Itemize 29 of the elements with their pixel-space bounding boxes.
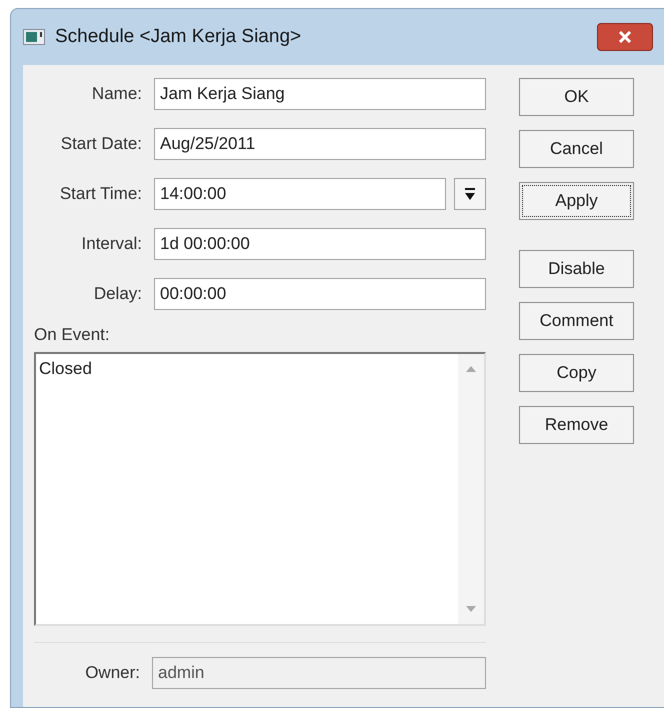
text-field[interactable]: 00:00:00 bbox=[154, 278, 486, 310]
dialog-button[interactable]: Comment bbox=[519, 302, 634, 340]
field-label: Start Time: bbox=[58, 183, 143, 206]
scroll-up-icon bbox=[466, 366, 476, 372]
window-icon bbox=[23, 29, 45, 45]
text-field[interactable]: 1d 00:00:00 bbox=[154, 228, 486, 260]
dialog-button[interactable]: Apply bbox=[519, 182, 634, 220]
dropdown-arrow-icon bbox=[464, 187, 476, 201]
on-event-label: On Event: bbox=[34, 324, 111, 346]
field-label: Owner: bbox=[84, 662, 141, 684]
dialog-button[interactable]: OK bbox=[519, 78, 634, 116]
dropdown-button[interactable] bbox=[454, 178, 486, 210]
dialog-button[interactable]: Disable bbox=[519, 250, 634, 288]
close-button[interactable] bbox=[597, 23, 653, 51]
text-field[interactable]: Aug/25/2011 bbox=[154, 128, 486, 160]
dialog-button[interactable]: Copy bbox=[519, 354, 634, 392]
dialog-button[interactable]: Remove bbox=[519, 406, 634, 444]
text-field[interactable]: Jam Kerja Siang bbox=[154, 78, 486, 110]
window-title: Schedule <Jam Kerja Siang> bbox=[55, 24, 302, 49]
dialog-button[interactable]: Cancel bbox=[519, 130, 634, 168]
text-field[interactable]: 14:00:00 bbox=[154, 178, 446, 210]
scrollbar[interactable] bbox=[458, 354, 484, 624]
close-icon bbox=[618, 31, 632, 43]
field-label: Name: bbox=[90, 83, 143, 106]
scroll-down-icon bbox=[466, 606, 476, 612]
field-label: Delay: bbox=[92, 283, 143, 306]
field-label: Interval: bbox=[80, 233, 143, 256]
field-label: Start Date: bbox=[60, 133, 143, 156]
on-event-text-area[interactable]: Closed bbox=[34, 352, 486, 626]
